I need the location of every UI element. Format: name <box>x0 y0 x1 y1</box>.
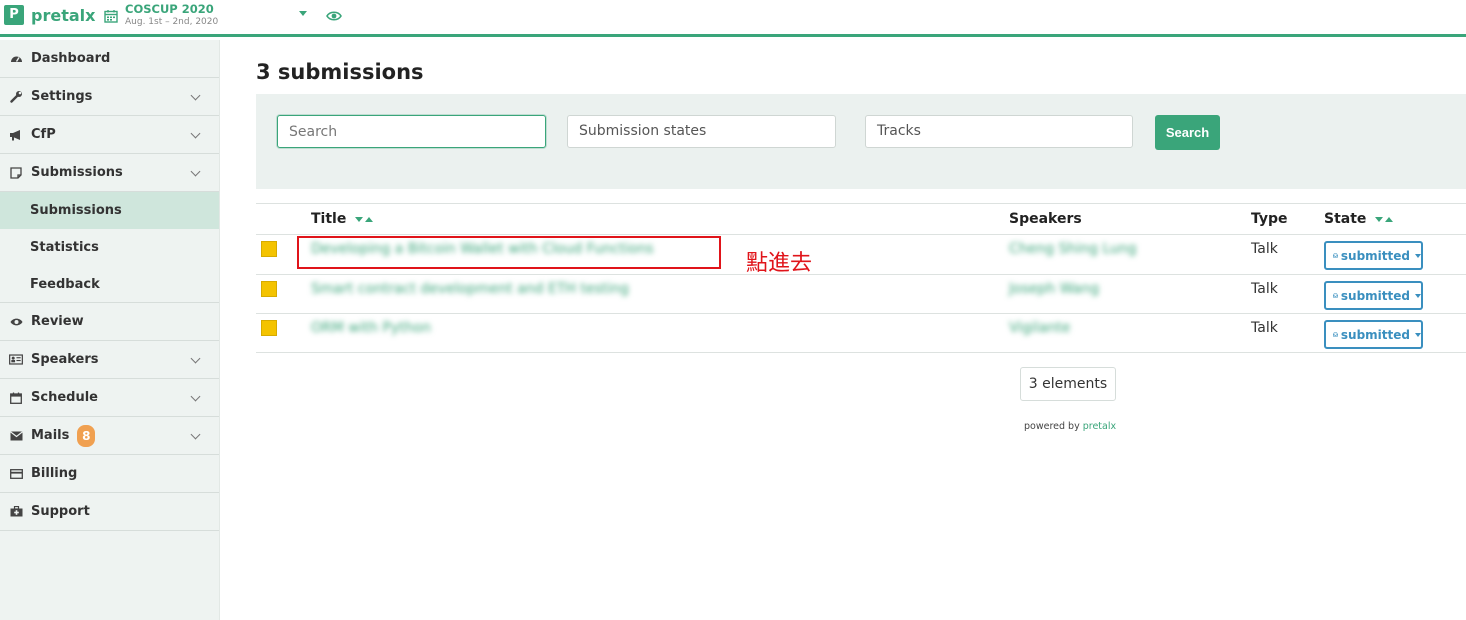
track-color-swatch <box>261 241 277 257</box>
speaker-link[interactable]: Vigilante <box>1009 320 1070 336</box>
column-state[interactable]: State <box>1324 211 1394 227</box>
search-input[interactable] <box>277 115 546 148</box>
sidebar-item-label: Speakers <box>31 352 99 367</box>
pretalx-logo[interactable]: P pretalx <box>4 5 95 25</box>
caret-down-icon <box>1415 253 1421 258</box>
sidebar-item-label: Dashboard <box>31 51 111 66</box>
caret-down-icon <box>1415 293 1421 298</box>
sidebar-item-support[interactable]: Support <box>0 493 219 531</box>
calendar-icon <box>104 10 118 23</box>
chevron-down-icon <box>190 353 201 364</box>
state-dropdown-button[interactable]: submitted <box>1324 241 1423 270</box>
envelope-icon <box>9 429 23 443</box>
top-bar: P pretalx COSCUP 2020 Aug. 1st – 2nd, 20… <box>0 0 1466 37</box>
event-name: COSCUP 2020 <box>125 2 214 16</box>
dashboard-icon <box>9 52 23 66</box>
sidebar-subitem-statistics[interactable]: Statistics <box>0 229 219 266</box>
sidebar-item-submissions[interactable]: Submissions <box>0 154 219 192</box>
tracks-select[interactable]: Tracks <box>865 115 1133 148</box>
sidebar-item-billing[interactable]: Billing <box>0 455 219 493</box>
sidebar-item-mails[interactable]: Mails 8 <box>0 417 219 455</box>
id-card-icon <box>9 353 23 367</box>
annotation-text: 點進去 <box>746 251 813 276</box>
sidebar-item-label: Schedule <box>31 390 98 405</box>
page-title: 3 submissions <box>256 60 424 84</box>
chevron-down-icon <box>190 166 201 177</box>
logo-box: P <box>4 5 24 25</box>
state-dropdown-button[interactable]: submitted <box>1324 320 1423 349</box>
sidebar-item-label: Submissions <box>31 165 123 180</box>
column-speakers: Speakers <box>1009 211 1082 227</box>
event-dates: Aug. 1st – 2nd, 2020 <box>125 17 219 27</box>
sidebar-subitem-submissions[interactable]: Submissions <box>0 192 219 229</box>
powered-by-footer: powered by pretalx <box>1024 421 1116 432</box>
table-header: Title Speakers Type State <box>256 203 1466 235</box>
submission-type: Talk <box>1251 281 1278 297</box>
bullhorn-icon <box>9 128 23 142</box>
sidebar-item-review[interactable]: Review <box>0 303 219 341</box>
sidebar-item-schedule[interactable]: Schedule <box>0 379 219 417</box>
eye-icon[interactable] <box>326 10 342 22</box>
annotation-highlight-box <box>297 236 721 269</box>
column-state-label: State <box>1324 211 1367 227</box>
sort-icon[interactable] <box>355 211 374 227</box>
submission-type: Talk <box>1251 241 1278 257</box>
submission-states-select[interactable]: Submission states <box>567 115 836 148</box>
submission-title-link[interactable]: ORM with Python <box>311 320 431 336</box>
calendar-icon <box>9 391 23 405</box>
track-color-swatch <box>261 281 277 297</box>
chevron-down-icon[interactable] <box>299 11 307 16</box>
sidebar-item-label: Settings <box>31 89 93 104</box>
state-label: submitted <box>1340 327 1410 342</box>
chevron-down-icon <box>190 429 201 440</box>
speaker-link[interactable]: Cheng Shing Lung <box>1009 241 1137 257</box>
credit-card-icon <box>9 467 23 481</box>
sidebar-item-label: Support <box>31 504 90 519</box>
column-type: Type <box>1251 211 1288 227</box>
sidebar-item-settings[interactable]: Settings <box>0 78 219 116</box>
wrench-icon <box>9 90 23 104</box>
element-count: 3 elements <box>1020 367 1116 401</box>
chevron-down-icon <box>190 391 201 402</box>
caret-down-icon <box>1415 332 1421 337</box>
chevron-down-icon <box>190 128 201 139</box>
sidebar-subitem-feedback[interactable]: Feedback <box>0 266 219 303</box>
state-label: submitted <box>1340 288 1410 303</box>
track-color-swatch <box>261 320 277 336</box>
search-button[interactable]: Search <box>1155 115 1220 150</box>
sticky-note-icon <box>9 166 23 180</box>
submission-title-link[interactable]: Smart contract development and ETH testi… <box>311 281 629 297</box>
sidebar-item-speakers[interactable]: Speakers <box>0 341 219 379</box>
table-row: ORM with Python Vigilante Talk submitted <box>256 314 1466 353</box>
filter-panel: Submission states Tracks Search <box>256 94 1466 189</box>
inbox-icon <box>1333 332 1338 337</box>
eye-icon <box>9 315 23 329</box>
table-row: Smart contract development and ETH testi… <box>256 275 1466 314</box>
column-title[interactable]: Title <box>311 211 374 227</box>
medkit-icon <box>9 505 23 519</box>
column-title-label: Title <box>311 211 347 227</box>
submission-type: Talk <box>1251 320 1278 336</box>
sidebar-item-label: Review <box>31 314 84 329</box>
state-label: submitted <box>1340 248 1410 263</box>
sort-icon[interactable] <box>1375 211 1394 227</box>
speaker-link[interactable]: Joseph Wang <box>1009 281 1099 297</box>
submissions-table: Title Speakers Type State Developing a B… <box>256 203 1466 353</box>
mails-count-badge: 8 <box>77 424 96 447</box>
logo-text: pretalx <box>31 5 96 25</box>
sidebar-item-dashboard[interactable]: Dashboard <box>0 40 219 78</box>
chevron-down-icon <box>190 90 201 101</box>
inbox-icon <box>1333 253 1338 258</box>
sidebar-item-label: Mails <box>31 428 70 443</box>
sidebar-item-label: Billing <box>31 466 78 481</box>
inbox-icon <box>1333 293 1338 298</box>
event-selector[interactable]: COSCUP 2020 Aug. 1st – 2nd, 2020 <box>104 2 218 28</box>
powered-by-label: powered by <box>1024 421 1080 432</box>
pretalx-link[interactable]: pretalx <box>1083 421 1116 432</box>
state-dropdown-button[interactable]: submitted <box>1324 281 1423 310</box>
sidebar: Dashboard Settings CfP Submissions Submi… <box>0 40 220 620</box>
sidebar-item-cfp[interactable]: CfP <box>0 116 219 154</box>
sidebar-item-label: CfP <box>31 127 56 142</box>
